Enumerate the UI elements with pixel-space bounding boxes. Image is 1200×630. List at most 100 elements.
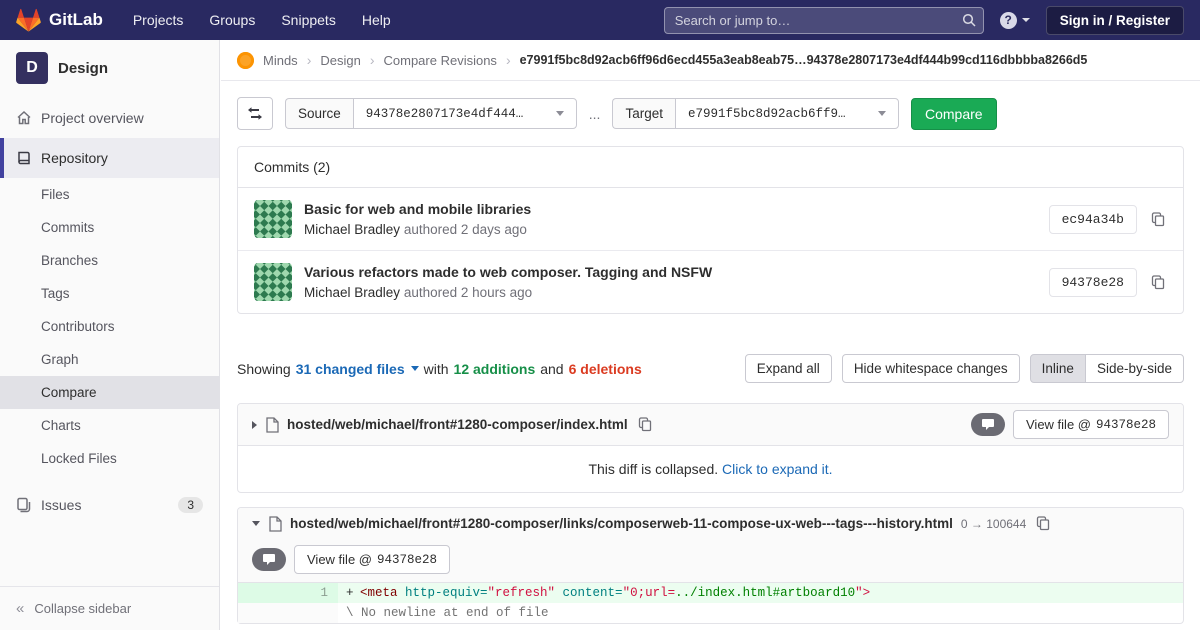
chevron-down-icon (411, 366, 419, 371)
comment-icon (981, 418, 995, 431)
commit-title[interactable]: Basic for web and mobile libraries (304, 201, 1037, 217)
toggle-comments-button[interactable] (971, 413, 1005, 436)
compare-button[interactable]: Compare (911, 98, 997, 130)
view-file-sha: 94378e28 (1096, 418, 1156, 432)
view-file-sha: 94378e28 (377, 553, 437, 567)
search-input[interactable] (664, 7, 984, 34)
project-avatar[interactable]: D (16, 52, 48, 84)
file-mode-change: 0 → 100644 (961, 517, 1026, 531)
copy-icon (1036, 516, 1050, 531)
sidebar-item-issues[interactable]: Issues 3 (0, 485, 219, 525)
sidebar-item-charts[interactable]: Charts (0, 409, 219, 442)
commit-authored-ago: authored 2 days ago (404, 222, 527, 237)
chevron-down-icon (878, 111, 886, 116)
group-avatar-icon (237, 52, 254, 69)
sidebar-item-project-overview[interactable]: Project overview (0, 98, 219, 138)
commit-sha[interactable]: ec94a34b (1049, 205, 1137, 234)
nav-snippets[interactable]: Snippets (281, 12, 335, 28)
inline-view-button[interactable]: Inline (1030, 354, 1086, 383)
copy-sha-button[interactable] (1149, 273, 1167, 292)
side-by-side-view-button[interactable]: Side-by-side (1085, 354, 1184, 383)
collapse-diff-caret-icon[interactable] (252, 521, 260, 526)
diff-line-number-new[interactable]: 1 (288, 583, 338, 603)
breadcrumb: Minds › Design › Compare Revisions › e79… (221, 40, 1200, 81)
diff-file-header: hosted/web/michael/front#1280-composer/i… (238, 404, 1183, 446)
diff-table: 1 +<meta http-equiv="refresh" content="0… (238, 583, 1183, 623)
double-chevron-left-icon: « (16, 601, 24, 616)
diff-view-toggle: Inline Side-by-side (1030, 354, 1184, 383)
commit-sha[interactable]: 94378e28 (1049, 268, 1137, 297)
diff-file-path: hosted/web/michael/front#1280-composer/l… (290, 516, 953, 531)
commit-author[interactable]: Michael Bradley (304, 222, 400, 237)
breadcrumb-current-sha: e7991f5bc8d92acb6ff96d6ecd455a3eab8eab75… (520, 53, 1088, 67)
diff-file-path: hosted/web/michael/front#1280-composer/i… (287, 417, 628, 432)
changed-files-dropdown[interactable]: 31 changed files (296, 361, 419, 377)
sign-in-button[interactable]: Sign in / Register (1046, 6, 1184, 35)
view-file-button[interactable]: View file @ 94378e28 (1013, 410, 1169, 439)
diff-code-line: +<meta http-equiv="refresh" content="0;u… (338, 583, 1183, 603)
breadcrumb-separator-icon: › (307, 52, 312, 68)
file-icon (265, 417, 279, 433)
main-content: Minds › Design › Compare Revisions › e79… (221, 0, 1200, 624)
nav-help[interactable]: Help (362, 12, 391, 28)
breadcrumb-separator-icon: › (370, 52, 375, 68)
chevron-down-icon (1022, 18, 1030, 22)
expand-diff-link[interactable]: Click to expand it. (722, 461, 833, 477)
copy-file-path-button[interactable] (636, 415, 654, 434)
sidebar-item-compare[interactable]: Compare (0, 376, 219, 409)
toggle-comments-button[interactable] (252, 548, 286, 571)
source-input-group: Source 94378e2807173e4df444… (285, 98, 577, 129)
sidebar-item-label: Repository (41, 150, 108, 166)
revision-range-separator: ... (589, 106, 601, 122)
source-dropdown[interactable]: 94378e2807173e4df444… (353, 98, 577, 129)
comment-icon (262, 553, 276, 566)
nav-projects[interactable]: Projects (133, 12, 184, 28)
breadcrumb-separator-icon: › (506, 52, 511, 68)
nav-groups[interactable]: Groups (209, 12, 255, 28)
breadcrumb-group[interactable]: Minds (263, 53, 298, 68)
diff-line-number-old[interactable] (238, 583, 288, 603)
search-icon (962, 13, 976, 27)
project-name[interactable]: Design (58, 60, 108, 77)
sidebar-item-repository[interactable]: Repository (0, 138, 219, 178)
commit-row: Basic for web and mobile libraries Micha… (238, 188, 1183, 250)
sidebar-item-files[interactable]: Files (0, 178, 219, 211)
sidebar-item-locked-files[interactable]: Locked Files (0, 442, 219, 475)
breadcrumb-page[interactable]: Compare Revisions (384, 53, 497, 68)
sidebar-item-commits[interactable]: Commits (0, 211, 219, 244)
target-dropdown[interactable]: e7991f5bc8d92acb6ff9… (675, 98, 899, 129)
diff-stats-bar: Showing 31 changed files with 12 additio… (237, 354, 1184, 383)
breadcrumb-project[interactable]: Design (320, 53, 360, 68)
sidebar-item-graph[interactable]: Graph (0, 343, 219, 376)
expand-all-button[interactable]: Expand all (745, 354, 832, 383)
global-search (664, 7, 984, 34)
avatar[interactable] (254, 263, 292, 301)
source-value: 94378e2807173e4df444… (366, 107, 524, 121)
commit-row: Various refactors made to web composer. … (238, 250, 1183, 313)
commit-title[interactable]: Various refactors made to web composer. … (304, 264, 1037, 280)
issues-count-badge: 3 (178, 497, 203, 513)
sidebar-item-label: Project overview (41, 110, 144, 126)
avatar[interactable] (254, 200, 292, 238)
project-sidebar: D Design Project overview Repository Fil… (0, 40, 220, 630)
copy-file-path-button[interactable] (1034, 514, 1052, 533)
file-icon (268, 516, 282, 532)
hide-whitespace-button[interactable]: Hide whitespace changes (842, 354, 1020, 383)
copy-sha-button[interactable] (1149, 210, 1167, 229)
diff-stats-prefix: Showing (237, 361, 291, 377)
swap-revisions-button[interactable] (237, 97, 273, 130)
help-dropdown[interactable]: ? (1000, 12, 1030, 29)
diff-file-header: hosted/web/michael/front#1280-composer/l… (238, 508, 1183, 583)
repository-icon (16, 150, 32, 166)
copy-icon (638, 417, 652, 432)
diff-file: hosted/web/michael/front#1280-composer/i… (237, 403, 1184, 493)
sidebar-item-branches[interactable]: Branches (0, 244, 219, 277)
commit-author[interactable]: Michael Bradley (304, 285, 400, 300)
expand-diff-caret-icon[interactable] (252, 421, 257, 429)
sidebar-item-contributors[interactable]: Contributors (0, 310, 219, 343)
collapse-sidebar-button[interactable]: « Collapse sidebar (0, 586, 219, 630)
view-file-button[interactable]: View file @ 94378e28 (294, 545, 450, 574)
sidebar-nav: Project overview Repository Files Commit… (0, 98, 219, 525)
gitlab-logo[interactable]: GitLab (16, 8, 103, 32)
sidebar-item-tags[interactable]: Tags (0, 277, 219, 310)
